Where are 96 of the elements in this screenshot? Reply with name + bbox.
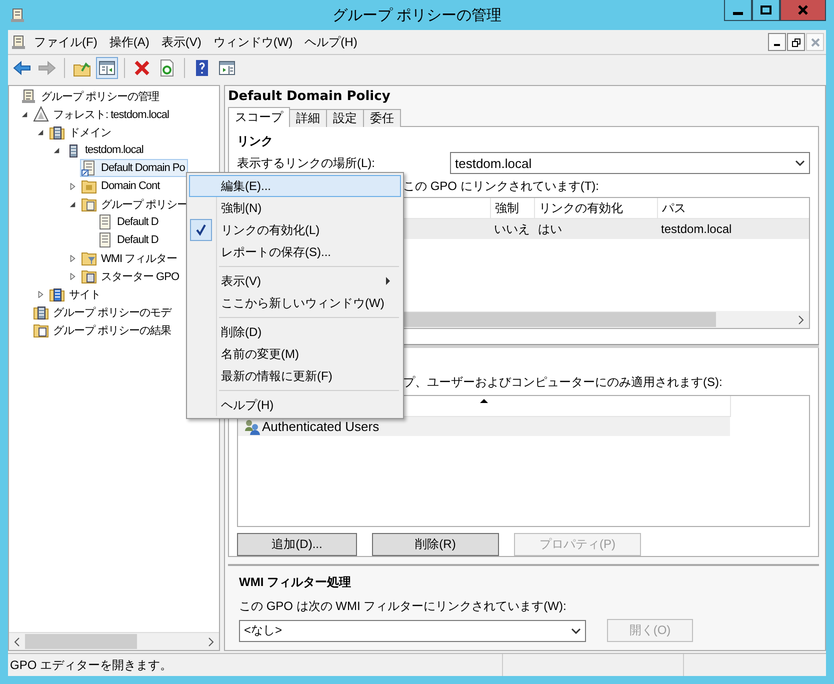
linked-label: この GPO にリンクされています(T): [403,178,599,195]
location-label: 表示するリンクの場所(L): [237,154,376,172]
location-dropdown[interactable]: testdom.local [450,152,810,174]
action-button[interactable]: 追加(D)... [237,533,357,556]
tree-item[interactable]: ドメイン [48,123,114,141]
document-icon [97,214,113,230]
close-icon [797,5,809,15]
status-text: GPO エディターを開きます。 [8,654,503,676]
building-icon [49,286,65,302]
minimize-button[interactable] [724,0,752,21]
menu-item[interactable]: 削除(D) [189,321,401,343]
document-icon [11,34,27,50]
menu-item[interactable]: 表示(V) [189,270,401,292]
sort-arrow-icon [480,399,488,404]
expanded-arrow-icon[interactable] [69,200,76,208]
window-title: グループ ポリシーの管理 [332,6,502,25]
horizontal-scrollbar[interactable] [9,632,219,650]
tree-item[interactable]: Default D [96,213,162,231]
tree-item[interactable]: WMI フィルター [80,249,180,267]
tree-item[interactable]: Domain Cont [80,177,163,195]
chevron-down-icon [795,160,805,166]
app-icon [10,7,26,23]
menu-item[interactable]: レポートの保存(S)... [189,241,401,263]
menu-item[interactable]: ヘルプ(H) [302,34,366,50]
tree-item[interactable]: グループ ポリシーの管理 [20,87,162,105]
menu-item[interactable]: ウィンドウ(W) [210,34,302,50]
list-item[interactable]: Authenticated Users [238,417,730,436]
minimize-icon [733,12,743,14]
table-cell-text: testdom.local [660,222,733,236]
action-button[interactable]: 削除(R) [372,533,499,556]
expanded-arrow-icon[interactable] [53,146,60,154]
checkmark-icon [190,219,212,241]
table-cell-text: いいえ [493,220,531,238]
tree-item[interactable]: グループ ポリシーの結果 [32,321,174,339]
table-cell-text: はい [537,220,563,238]
tab[interactable]: 詳細 [289,109,327,128]
tree-item[interactable]: サイト [48,285,104,303]
menu-item[interactable]: 操作(A) [106,34,158,50]
close-button[interactable] [780,0,826,21]
tree-item[interactable]: Default D [96,231,162,249]
submenu-arrow-icon [386,277,390,285]
folder-icon [81,250,97,266]
folder-icon [81,268,97,284]
collapsed-arrow-icon[interactable] [69,182,76,190]
folder-icon [81,178,97,194]
policy-title: Default Domain Policy [228,89,392,106]
minimize-button[interactable] [768,33,786,51]
tree-item[interactable]: フォレスト: testdom.local [32,105,172,123]
folder-icon [81,196,97,212]
tree-item[interactable]: スターター GPO [80,267,182,285]
tree-item[interactable]: testdom.local [64,141,146,159]
building-icon [49,124,65,140]
tab[interactable]: 設定 [326,109,364,128]
tree-item[interactable]: Default Domain Po [80,159,188,177]
triangle-icon [33,106,49,122]
chevron-down-icon [571,628,581,634]
collapsed-arrow-icon[interactable] [37,290,44,298]
tree-pane-icon[interactable] [96,57,118,79]
scroll-right-icon[interactable] [208,636,214,646]
scroll-right-icon[interactable] [798,314,804,325]
expanded-arrow-icon[interactable] [21,110,28,118]
document-icon [97,232,113,248]
menu-item[interactable]: 名前の変更(M) [189,343,401,365]
section-heading: リンク [237,133,274,150]
close-icon [810,38,820,46]
collapsed-arrow-icon[interactable] [69,254,76,262]
collapsed-arrow-icon[interactable] [69,272,76,280]
restore-button[interactable] [787,33,805,51]
document-icon [81,160,97,176]
security-label: プ、ユーザーおよびコンピューターにのみ適用されます(S): [403,374,722,391]
column-header[interactable]: パス [657,198,809,218]
menu-item[interactable]: 表示(V) [158,34,210,50]
tab[interactable]: スコープ [228,107,290,128]
minimize-icon [774,44,780,46]
column-header[interactable]: リンクの有効化 [534,198,657,218]
maximize-button[interactable] [752,0,780,21]
restore-icon [792,38,800,46]
menu-item[interactable]: ヘルプ(H) [189,394,401,416]
building-icon [33,304,49,320]
wmi-label: この GPO は次の WMI フィルターにリンクされています(W): [239,598,568,615]
scroll-left-icon[interactable] [14,636,20,646]
section-heading: WMI フィルター処理 [239,574,352,592]
menu-item[interactable]: 強制(N) [189,197,401,219]
menu-item[interactable]: 編集(E)... [189,175,401,197]
menu-item[interactable]: 最新の情報に更新(F) [189,365,401,387]
menu-item[interactable]: ファイル(F) [31,34,106,50]
maximize-icon [760,5,772,15]
scroll-icon [21,88,37,104]
menu-item[interactable]: ここから新しいウィンドウ(W) [189,292,401,314]
folder-icon [33,322,49,338]
tree-item[interactable]: グループ ポリシーのモデ [32,303,174,321]
tab[interactable]: 委任 [363,109,401,128]
wmi-filter-dropdown[interactable]: <なし> [239,620,586,642]
users-icon [244,418,260,435]
expanded-arrow-icon[interactable] [37,128,44,136]
column-header[interactable]: 強制 [490,198,534,218]
